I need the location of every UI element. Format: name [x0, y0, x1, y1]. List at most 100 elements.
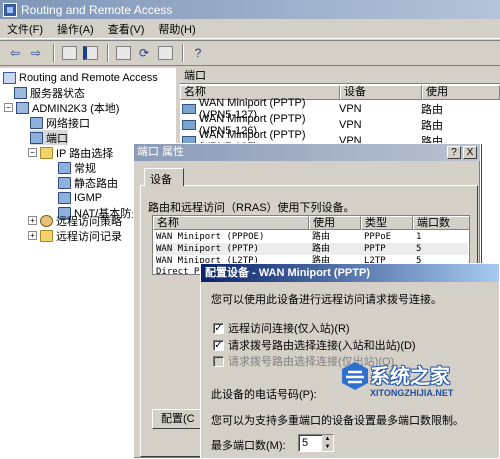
- general-icon: [58, 161, 71, 174]
- col-device-name[interactable]: 名称: [153, 216, 309, 230]
- tree-igmp-label: IGMP: [74, 191, 103, 204]
- phone-number-label: 此设备的电话号码(P):: [211, 389, 317, 401]
- tree-network-interfaces[interactable]: 网络接口: [30, 115, 90, 130]
- menu-help[interactable]: 帮助(H): [151, 21, 202, 37]
- tab-devices[interactable]: 设备: [144, 168, 184, 186]
- port-device: VPN: [339, 103, 362, 115]
- port-use: 路由: [421, 104, 443, 116]
- configure-device-titlebar: 配置设备 - WAN Miniport (PPTP): [201, 264, 499, 282]
- rras-app-icon: [3, 2, 17, 17]
- toolbar: ⇦ ⇨ ⟳ ?: [0, 40, 500, 66]
- tree-remote-access-log-label: 远程访问记录: [56, 230, 122, 243]
- port-use: 路由: [421, 120, 443, 132]
- configure-button[interactable]: 配置(C: [152, 409, 204, 429]
- toolbar-separator: [182, 44, 184, 62]
- watermark-logo-icon: [342, 362, 368, 390]
- pane-header: 端口: [180, 68, 500, 84]
- port-icon: [182, 120, 196, 130]
- help-button[interactable]: ?: [447, 146, 461, 159]
- device-type: PPTP: [364, 244, 386, 254]
- device-ports: 1: [416, 232, 422, 242]
- ports-icon: [30, 131, 43, 144]
- column-use[interactable]: 使用: [422, 85, 500, 100]
- tree-root-label: Routing and Remote Access: [19, 71, 158, 84]
- menu-bar: 文件(F) 操作(A) 查看(V) 帮助(H): [0, 19, 500, 39]
- spin-arrows-icon[interactable]: ▲ ▼: [322, 435, 333, 451]
- tree-static-routes-label: 静态路由: [74, 177, 118, 190]
- max-ports-value[interactable]: 5: [302, 437, 308, 449]
- tree-server-label: ADMIN2K3 (本地): [32, 102, 120, 115]
- properties-icon[interactable]: [114, 44, 132, 62]
- forward-arrow-icon[interactable]: ⇨: [27, 44, 45, 62]
- menu-view[interactable]: 查看(V): [101, 21, 152, 37]
- collapse-icon[interactable]: −: [4, 103, 13, 112]
- tree-static-routes[interactable]: 静态路由: [58, 175, 118, 190]
- multi-port-text: 您可以为支持多重端口的设备设置最多端口数限制。: [211, 415, 464, 427]
- back-arrow-icon[interactable]: ⇦: [6, 44, 24, 62]
- computer-icon: [3, 71, 16, 84]
- tree-general[interactable]: 常规: [58, 160, 96, 175]
- device-ports: 5: [416, 244, 422, 254]
- server-status-icon: [14, 86, 27, 99]
- tree-ip-routing-label: IP 路由选择: [56, 147, 114, 160]
- tree-ports[interactable]: 端口: [30, 130, 68, 145]
- toolbar-separator: [107, 44, 109, 62]
- expand-icon[interactable]: +: [28, 231, 37, 240]
- tree-igmp[interactable]: IGMP: [58, 190, 102, 205]
- policy-icon: [40, 214, 53, 227]
- close-button[interactable]: X: [463, 146, 477, 159]
- app-title-bar: Routing and Remote Access: [0, 0, 500, 19]
- igmp-icon: [58, 191, 71, 204]
- menu-file[interactable]: 文件(F): [0, 21, 50, 37]
- ports-properties-title: 端口 属性: [137, 146, 185, 158]
- checkbox-box[interactable]: ✓: [213, 339, 224, 351]
- tree-network-interfaces-label: 网络接口: [46, 117, 90, 130]
- checkbox-label: 请求拨号路由选择连接(入站和出站)(D): [228, 340, 416, 352]
- col-device-ports[interactable]: 端口数: [413, 216, 469, 230]
- device-name[interactable]: WAN Miniport (PPPOE): [156, 231, 264, 243]
- tree-ports-label: 端口: [46, 132, 68, 145]
- config-intro: 您可以使用此设备进行远程访问请求拨号连接。: [211, 294, 442, 306]
- device-name[interactable]: Direct P: [156, 266, 199, 274]
- tree-ip-routing[interactable]: − IP 路由选择: [28, 145, 113, 160]
- watermark: 系统之家 XITONGZHIJIA.NET: [340, 358, 500, 404]
- tree-general-label: 常规: [74, 162, 96, 175]
- watermark-url: XITONGZHIJIA.NET: [370, 388, 454, 398]
- col-device-type[interactable]: 类型: [361, 216, 413, 230]
- column-device[interactable]: 设备: [340, 85, 422, 100]
- static-routes-icon: [58, 176, 71, 189]
- tree-remote-access-log[interactable]: + 远程访问记录: [28, 228, 122, 243]
- watermark-text: 系统之家: [370, 366, 450, 388]
- menu-action[interactable]: 操作(A): [50, 21, 101, 37]
- window-title: Routing and Remote Access: [21, 2, 173, 17]
- devices-description: 路由和远程访问（RRAS）使用下列设备。: [148, 202, 355, 214]
- folder-icon: [40, 146, 53, 159]
- tree-server-status-label: 服务器状态: [30, 87, 85, 100]
- remote-access-inbound-checkbox[interactable]: ✓ 远程访问连接(仅入站)(R): [213, 320, 350, 336]
- help-icon[interactable]: ?: [189, 44, 207, 62]
- export-list-icon[interactable]: [156, 44, 174, 62]
- expand-icon[interactable]: +: [28, 216, 37, 225]
- device-use: 路由: [312, 244, 331, 254]
- col-device-use[interactable]: 使用: [309, 216, 361, 230]
- tree-remote-access-policy-item[interactable]: + 远程访问策略: [28, 213, 122, 228]
- port-device: VPN: [339, 119, 362, 131]
- max-ports-stepper[interactable]: 5 ▲ ▼: [298, 434, 334, 452]
- show-tree-icon[interactable]: [81, 44, 99, 62]
- max-ports-label: 最多端口数(M):: [211, 440, 286, 452]
- checkbox-box[interactable]: ✓: [213, 322, 224, 334]
- refresh-icon[interactable]: ⟳: [135, 44, 153, 62]
- demand-dial-inout-checkbox[interactable]: ✓ 请求拨号路由选择连接(入站和出站)(D): [213, 337, 416, 353]
- server-icon: [16, 101, 29, 114]
- tree-server[interactable]: − ADMIN2K3 (本地): [4, 100, 119, 115]
- tree-root[interactable]: Routing and Remote Access: [3, 70, 158, 85]
- device-use: 路由: [312, 232, 331, 242]
- port-icon: [182, 104, 196, 114]
- tree-server-status[interactable]: 服务器状态: [14, 85, 85, 100]
- up-folder-icon[interactable]: [60, 44, 78, 62]
- checkbox-box: [213, 355, 224, 367]
- collapse-icon[interactable]: −: [28, 148, 37, 157]
- device-type: PPPoE: [364, 232, 392, 242]
- ports-properties-titlebar: 端口 属性 ? X: [134, 144, 480, 161]
- tree-remote-access-policy-label: 远程访问策略: [56, 215, 122, 228]
